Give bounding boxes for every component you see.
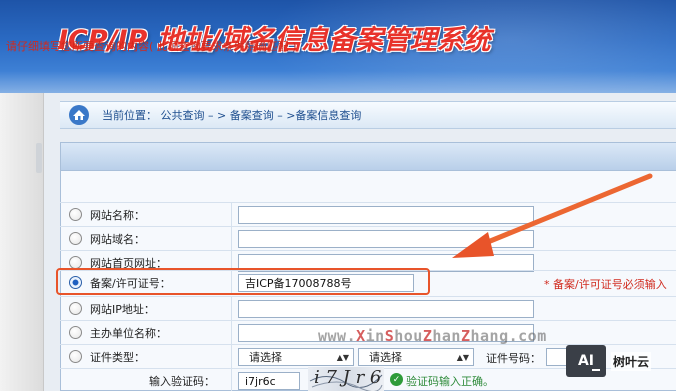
cert-subtype-select[interactable]: 请选择 ▲▼ — [358, 348, 474, 366]
radio-organizer-name[interactable] — [69, 326, 82, 339]
left-frame-strip — [0, 93, 44, 391]
label-site-domain: 网站域名： — [90, 232, 145, 246]
site-name-input[interactable] — [238, 206, 534, 224]
row-site-ip: 网站IP地址： — [60, 296, 676, 320]
radio-site-name[interactable] — [69, 208, 82, 221]
frame-splitter-handle[interactable] — [36, 143, 42, 173]
label-site-ip: 网站IP地址： — [90, 302, 155, 316]
radio-cert-type[interactable] — [69, 350, 82, 363]
brand-badge: AI 树叶云 — [566, 342, 676, 380]
select-arrow-icon: ▲▼ — [336, 352, 349, 362]
breadcrumb-text: 当前位置： 公共查询 – > 备案查询 – >备案信息查询 — [102, 109, 362, 122]
panel-header — [61, 143, 676, 171]
radio-site-ip[interactable] — [69, 302, 82, 315]
label-organizer-name: 主办单位名称： — [90, 326, 167, 340]
brand-name: 树叶云 — [611, 351, 652, 371]
label-captcha: 输入验证码： — [149, 374, 215, 388]
row-site-domain: 网站域名： — [60, 226, 676, 250]
license-row-highlight — [56, 268, 430, 295]
cert-number-label: 证件号码： — [486, 352, 541, 365]
ai-logo-icon: AI — [566, 345, 606, 377]
site-watermark: www.XinShouZhanZhang.com — [318, 327, 547, 345]
home-icon[interactable] — [68, 104, 90, 126]
cert-subtype-select-value: 请选择 — [369, 351, 402, 364]
captcha-image[interactable]: i 7 J r 6 c — [308, 367, 384, 391]
captcha-ok-message: 验证码输入正确。 — [406, 375, 494, 388]
breadcrumb: 当前位置： 公共查询 – > 备案查询 – >备案信息查询 — [60, 101, 676, 129]
site-domain-input[interactable] — [238, 230, 534, 248]
radio-site-domain[interactable] — [69, 232, 82, 245]
site-ip-input[interactable] — [238, 300, 534, 318]
query-hint: 请仔细填写您所要查询的内容( 此项查询要求条件精确匹配 ) — [6, 40, 297, 53]
select-arrow-icon: ▲▼ — [456, 352, 469, 362]
license-required-note: * 备案/许可证号必须输入 — [544, 278, 667, 291]
label-site-name: 网站名称： — [90, 208, 145, 222]
captcha-input[interactable]: i7jr6c — [238, 372, 300, 390]
row-site-name: 网站名称： — [60, 202, 676, 226]
captcha-glyphs: i 7 J r 6 c — [314, 367, 382, 391]
cert-type-select-value: 请选择 — [249, 351, 282, 364]
cert-type-select[interactable]: 请选择 ▲▼ — [238, 348, 354, 366]
label-cert-type: 证件类型： — [90, 350, 145, 364]
check-icon: ✓ — [390, 373, 403, 386]
